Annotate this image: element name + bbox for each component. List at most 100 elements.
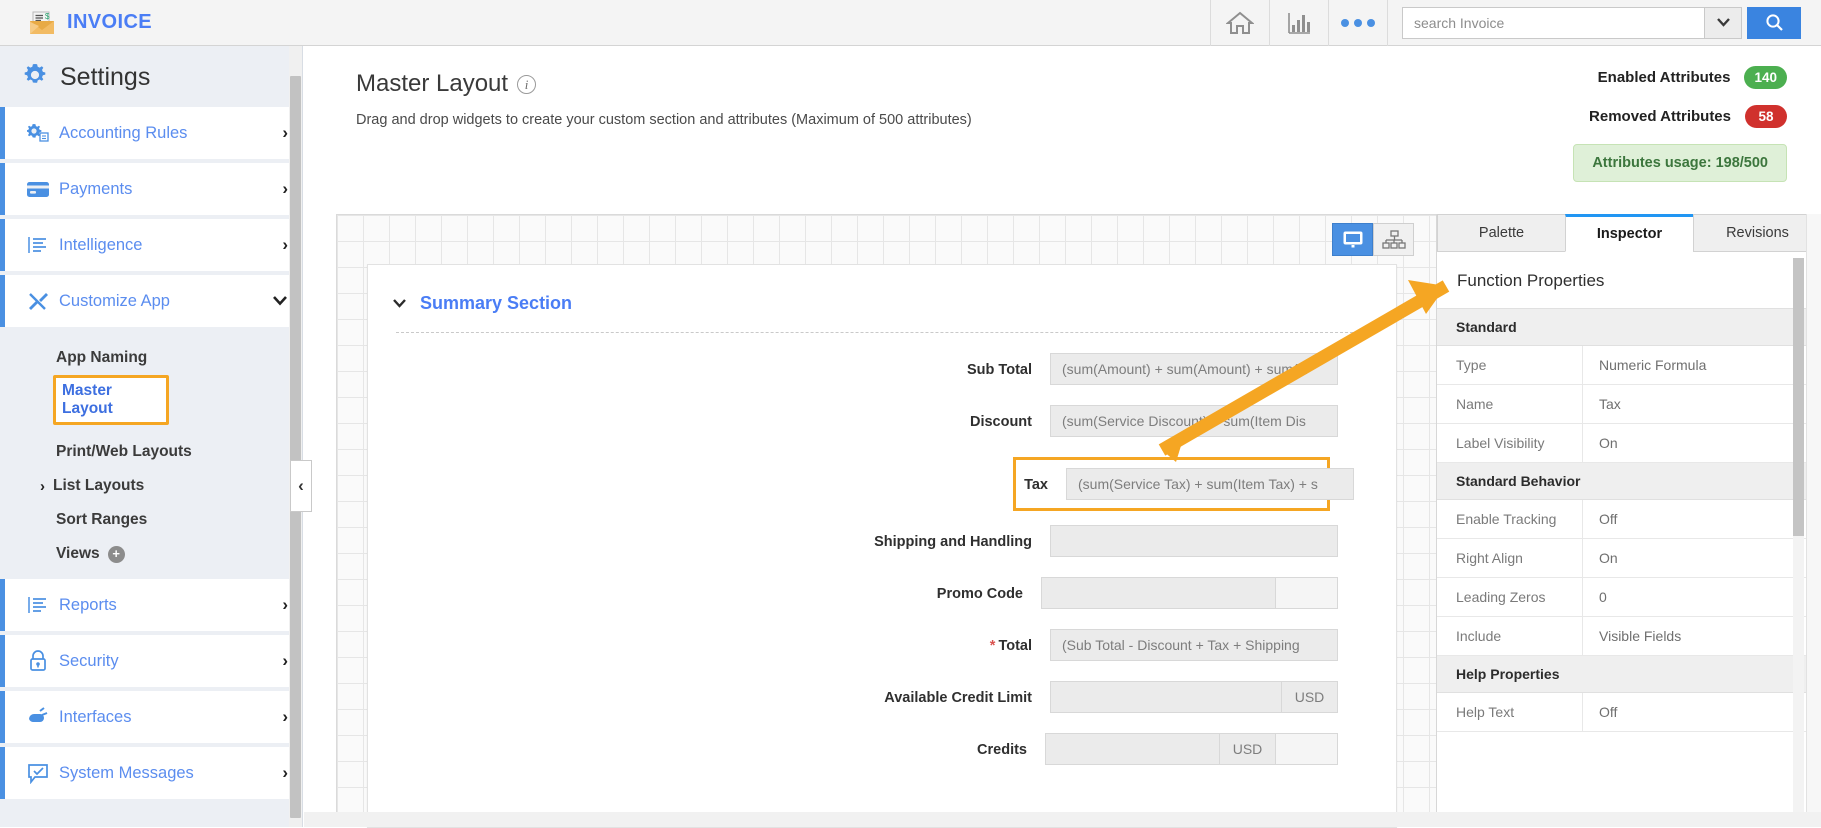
property-group-help-properties: Help Properties bbox=[1437, 656, 1821, 693]
property-value[interactable]: Off bbox=[1583, 500, 1821, 538]
field-extra-slot[interactable] bbox=[1276, 733, 1338, 765]
sidebar-item-interfaces[interactable]: Interfaces › bbox=[0, 691, 302, 743]
credit-card-icon bbox=[23, 181, 53, 198]
field-row-total[interactable]: *Total (Sub Total - Discount + Tax + Shi… bbox=[368, 629, 1396, 661]
reports-icon bbox=[23, 595, 53, 615]
field-input[interactable] bbox=[1041, 577, 1276, 609]
intelligence-icon bbox=[23, 235, 53, 255]
property-value[interactable]: Tax bbox=[1583, 385, 1821, 423]
app-title: INVOICE bbox=[67, 11, 152, 34]
field-input[interactable] bbox=[1045, 733, 1220, 765]
field-input[interactable] bbox=[1050, 525, 1338, 557]
analytics-icon[interactable] bbox=[1270, 0, 1328, 46]
enabled-attributes-badge: 140 bbox=[1744, 66, 1787, 89]
field-label: Discount bbox=[368, 405, 1032, 433]
home-icon[interactable] bbox=[1211, 0, 1269, 46]
field-control[interactable] bbox=[1050, 525, 1338, 557]
sidebar-item-payments[interactable]: Payments › bbox=[0, 163, 302, 215]
sidebar-subitem-master-layout[interactable]: Master Layout bbox=[53, 375, 169, 425]
tools-icon bbox=[23, 291, 53, 312]
add-view-icon[interactable]: + bbox=[108, 546, 125, 563]
sidebar-scrollbar-thumb[interactable] bbox=[290, 76, 301, 818]
sidebar-subitem-label: Sort Ranges bbox=[56, 511, 147, 529]
sidebar-subitem-label: Master Layout bbox=[62, 382, 166, 418]
inspector-scrollbar[interactable] bbox=[1793, 258, 1804, 818]
field-extra-slot[interactable] bbox=[1276, 577, 1338, 609]
field-row-shipping-and-handling[interactable]: Shipping and Handling bbox=[368, 525, 1396, 557]
property-value[interactable]: On bbox=[1583, 539, 1821, 577]
annotation-arrow bbox=[1150, 250, 1470, 480]
sidebar-subitem-sort-ranges[interactable]: Sort Ranges bbox=[0, 503, 302, 537]
brand[interactable]: $ INVOICE bbox=[0, 11, 152, 35]
chevron-right-icon: › bbox=[282, 179, 288, 199]
field-control[interactable]: (Sub Total - Discount + Tax + Shipping bbox=[1050, 629, 1338, 661]
divider bbox=[1387, 0, 1388, 46]
property-value[interactable]: On bbox=[1583, 424, 1821, 462]
property-row-name[interactable]: Name Tax bbox=[1437, 385, 1821, 424]
field-control[interactable] bbox=[1041, 577, 1338, 609]
tab-palette[interactable]: Palette bbox=[1437, 214, 1566, 252]
property-row-enable-tracking[interactable]: Enable Tracking Off bbox=[1437, 500, 1821, 539]
canvas-collapse-handle[interactable]: ‹ bbox=[290, 460, 312, 512]
tab-revisions[interactable]: Revisions bbox=[1693, 214, 1821, 252]
sidebar-item-label: Customize App bbox=[53, 291, 272, 311]
sidebar-subitem-views[interactable]: Views + bbox=[0, 537, 302, 571]
search-scope-dropdown[interactable] bbox=[1704, 7, 1742, 39]
property-row-label-visibility[interactable]: Label Visibility On bbox=[1437, 424, 1821, 463]
sidebar-item-intelligence[interactable]: Intelligence › bbox=[0, 219, 302, 271]
property-key: Help Text bbox=[1437, 693, 1583, 731]
property-value[interactable]: Numeric Formula bbox=[1583, 346, 1821, 384]
sidebar-item-label: Payments bbox=[53, 179, 282, 199]
sidebar-item-system-messages[interactable]: System Messages › bbox=[0, 747, 302, 799]
property-row-help-text[interactable]: Help Text Off bbox=[1437, 693, 1821, 732]
field-row-credits[interactable]: Credits USD bbox=[368, 733, 1396, 765]
message-check-icon bbox=[23, 763, 53, 784]
sidebar-item-label: System Messages bbox=[53, 763, 282, 783]
field-row-available-credit-limit[interactable]: Available Credit Limit USD bbox=[368, 681, 1396, 713]
sidebar-subitem-app-naming[interactable]: App Naming bbox=[0, 341, 302, 375]
sidebar-item-label: Accounting Rules bbox=[53, 123, 282, 143]
field-control[interactable]: USD bbox=[1045, 733, 1338, 765]
required-asterisk: * bbox=[990, 638, 996, 654]
sidebar-item-accounting-rules[interactable]: Accounting Rules › bbox=[0, 107, 302, 159]
field-input[interactable] bbox=[1050, 681, 1282, 713]
sidebar-subitem-print-web-layouts[interactable]: Print/Web Layouts bbox=[0, 435, 302, 469]
gear-icon bbox=[22, 62, 48, 93]
property-row-leading-zeros[interactable]: Leading Zeros 0 bbox=[1437, 578, 1821, 617]
page-scrollbar[interactable] bbox=[1806, 214, 1821, 827]
search-input[interactable]: search Invoice bbox=[1402, 7, 1704, 39]
sidebar-item-security[interactable]: Security › bbox=[0, 635, 302, 687]
inspector-title: Function Properties bbox=[1437, 252, 1821, 308]
property-value[interactable]: Visible Fields bbox=[1583, 617, 1821, 655]
field-control[interactable]: USD bbox=[1050, 681, 1338, 713]
chevron-down-icon[interactable] bbox=[392, 295, 407, 313]
tab-inspector[interactable]: Inspector bbox=[1565, 214, 1694, 252]
chevron-right-icon: › bbox=[282, 595, 288, 615]
sidebar-subitem-list-layouts[interactable]: › List Layouts bbox=[0, 469, 302, 503]
bottom-scroll-strip[interactable] bbox=[304, 812, 1821, 827]
chevron-right-icon: › bbox=[282, 123, 288, 143]
search-button[interactable] bbox=[1747, 7, 1801, 39]
sidebar-item-customize-app[interactable]: Customize App bbox=[0, 275, 302, 327]
svg-text:$: $ bbox=[45, 12, 50, 21]
property-row-type[interactable]: Type Numeric Formula bbox=[1437, 346, 1821, 385]
sidebar-item-label: Reports bbox=[53, 595, 282, 615]
inspector-scrollbar-thumb[interactable] bbox=[1793, 258, 1804, 536]
currency-suffix: USD bbox=[1220, 733, 1276, 765]
property-row-include[interactable]: Include Visible Fields bbox=[1437, 617, 1821, 656]
customize-app-submenu: App Naming Master Layout Print/Web Layou… bbox=[0, 331, 302, 579]
accounting-rules-icon bbox=[23, 123, 53, 143]
property-row-right-align[interactable]: Right Align On bbox=[1437, 539, 1821, 578]
sidebar-scrollbar[interactable] bbox=[289, 46, 302, 827]
more-menu-icon[interactable] bbox=[1329, 0, 1387, 46]
field-label: Promo Code bbox=[368, 577, 1023, 605]
field-input[interactable]: (Sub Total - Discount + Tax + Shipping bbox=[1050, 629, 1338, 661]
field-label: Available Credit Limit bbox=[368, 681, 1032, 709]
info-icon[interactable]: i bbox=[517, 75, 536, 94]
attributes-usage-banner: Attributes usage: 198/500 bbox=[1573, 144, 1787, 182]
property-value[interactable]: Off bbox=[1583, 693, 1821, 731]
property-value[interactable]: 0 bbox=[1583, 578, 1821, 616]
chevron-right-icon: › bbox=[282, 707, 288, 727]
field-row-promo-code[interactable]: Promo Code bbox=[368, 577, 1396, 609]
sidebar-item-reports[interactable]: Reports › bbox=[0, 579, 302, 631]
